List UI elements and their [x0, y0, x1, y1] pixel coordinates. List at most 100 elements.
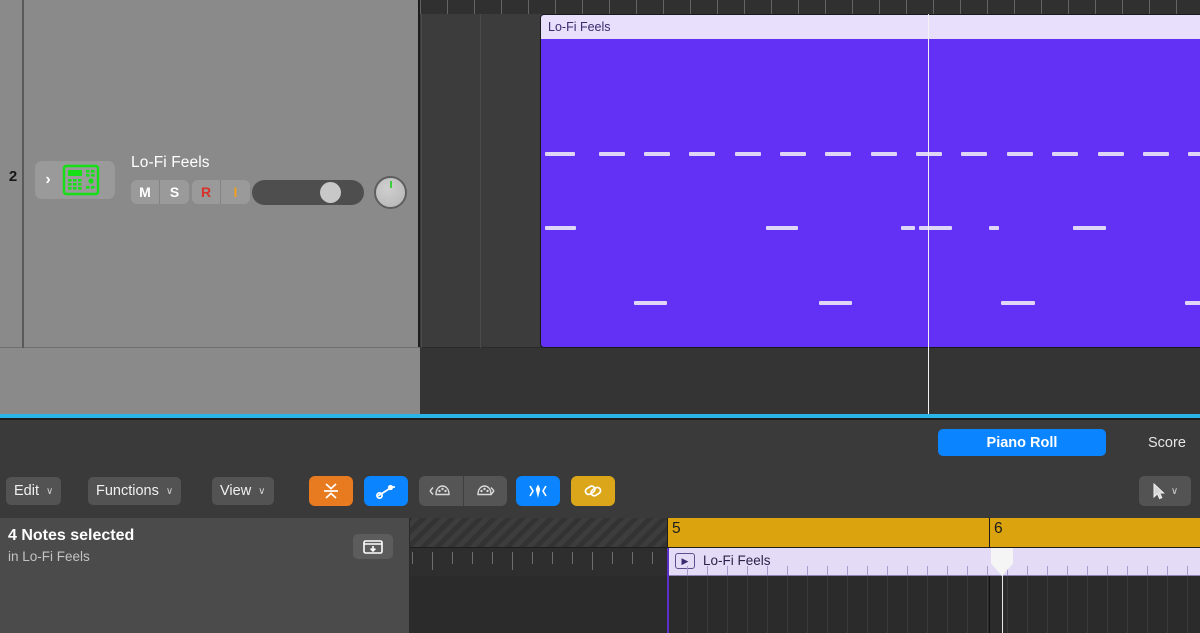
ruler-tick: [1095, 0, 1096, 14]
region-strip-tick: [947, 566, 948, 575]
quantize-button[interactable]: [309, 476, 353, 506]
menu-edit[interactable]: Edit ∨: [6, 477, 62, 505]
ruler-tick: [501, 0, 502, 14]
ruler-tick: [528, 0, 529, 14]
split-notes-button[interactable]: [516, 476, 560, 506]
region-strip-tick: [967, 566, 968, 575]
arrange-ruler[interactable]: [420, 0, 1200, 14]
grid-line: [1027, 576, 1028, 633]
arrange-playhead[interactable]: [928, 14, 929, 418]
menu-edit-label: Edit: [14, 483, 39, 499]
input-monitor-button[interactable]: I: [221, 180, 250, 204]
note-grid[interactable]: [410, 576, 1200, 633]
region-strip[interactable]: ▶ Lo-Fi Feels: [667, 548, 1200, 576]
track-header-empty-area: [0, 348, 420, 418]
chevron-right-icon[interactable]: ›: [35, 161, 61, 199]
piano-roll-grid-area[interactable]: 5 6 ▶ Lo-Fi Feels: [410, 518, 1200, 633]
ruler-tick: [987, 0, 988, 14]
region-strip-tick: [767, 566, 768, 575]
velocity-button[interactable]: [364, 476, 408, 506]
ruler-subtick: [412, 552, 413, 564]
ruler-tick: [798, 0, 799, 14]
mute-button[interactable]: M: [131, 180, 160, 204]
ruler-subtick: [552, 552, 553, 564]
grid-line: [687, 576, 688, 633]
track-header-column: 2 › Lo-Fi Feels M S R I: [0, 0, 420, 418]
ruler-tick: [474, 0, 475, 14]
pan-knob[interactable]: [374, 176, 407, 209]
midi-note: [545, 152, 575, 156]
tab-piano-roll[interactable]: Piano Roll: [938, 429, 1106, 456]
grid-line: [1047, 576, 1048, 633]
grid-line: [887, 576, 888, 633]
solo-button[interactable]: S: [160, 180, 189, 204]
chevron-down-icon: ∨: [46, 485, 54, 497]
region-strip-tick: [807, 566, 808, 575]
ruler-tick: [906, 0, 907, 14]
menu-functions-label: Functions: [96, 483, 159, 499]
ruler-tick: [663, 0, 664, 14]
region-strip-tick: [927, 566, 928, 575]
track-name[interactable]: Lo-Fi Feels: [131, 154, 210, 172]
editor-tabs: Piano Roll Score: [0, 420, 1200, 468]
region-strip-tick: [1127, 566, 1128, 575]
grid-line: [1107, 576, 1108, 633]
track-instrument-button[interactable]: ›: [35, 161, 115, 199]
ruler-subtick: [612, 552, 613, 564]
region-strip-tick: [907, 566, 908, 575]
region-strip-tick: [1187, 566, 1188, 575]
track-lane[interactable]: Lo-Fi Feels: [420, 14, 1200, 348]
region-play-icon[interactable]: ▶: [675, 553, 695, 569]
midi-note: [545, 226, 576, 230]
ruler-subtick: [492, 552, 493, 564]
midi-note: [961, 152, 987, 156]
arrange-empty-area[interactable]: [420, 348, 1200, 418]
track-row[interactable]: 2 › Lo-Fi Feels M S R I: [0, 0, 420, 348]
menu-view[interactable]: View ∨: [212, 477, 274, 505]
ruler-subtick: [532, 552, 533, 564]
ruler-tick: [825, 0, 826, 14]
region-left-border: [667, 548, 669, 633]
grid-line: [1147, 576, 1148, 633]
cycle-range[interactable]: [667, 518, 1200, 548]
link-chain-icon: [584, 485, 602, 497]
collapse-vertical-icon: [324, 483, 338, 499]
ruler-subtick: [452, 552, 453, 564]
midi-note: [871, 152, 897, 156]
tool-picker[interactable]: ∨: [1139, 476, 1191, 506]
note-group-next-button[interactable]: [463, 476, 507, 506]
ruler-tick: [744, 0, 745, 14]
mute-solo-group: M S: [131, 180, 189, 204]
note-group-prev-button[interactable]: [419, 476, 463, 506]
chevron-down-icon: ∨: [1170, 485, 1179, 497]
volume-slider-thumb[interactable]: [320, 182, 341, 203]
record-enable-button[interactable]: R: [192, 180, 221, 204]
ruler-subtick: [652, 552, 653, 564]
volume-slider[interactable]: [252, 180, 364, 205]
grid-line: [1087, 576, 1088, 633]
note-group-right-icon: [476, 485, 495, 496]
ruler-tick: [1068, 0, 1069, 14]
ruler-subdivision-row: [410, 548, 713, 576]
selection-region-label: in Lo-Fi Feels: [8, 549, 90, 564]
grid-line: [1007, 576, 1008, 633]
menu-functions[interactable]: Functions ∨: [88, 477, 182, 505]
midi-region[interactable]: Lo-Fi Feels: [540, 14, 1200, 348]
region-strip-label: Lo-Fi Feels: [703, 553, 771, 568]
ruler-tick: [852, 0, 853, 14]
grid-line: [747, 576, 748, 633]
grid-line: [827, 576, 828, 633]
ruler-tick: [420, 0, 421, 14]
link-button[interactable]: [571, 476, 615, 506]
arrange-canvas[interactable]: Lo-Fi Feels: [420, 14, 1200, 418]
grid-line: [807, 576, 808, 633]
tab-score[interactable]: Score: [1148, 429, 1200, 456]
region-strip-tick: [747, 566, 748, 575]
grid-line: [1067, 576, 1068, 633]
ruler-tick: [879, 0, 880, 14]
grid-line: [947, 576, 948, 633]
collapse-panel-button[interactable]: [353, 534, 393, 559]
piano-roll-ruler[interactable]: 5 6: [410, 518, 1200, 548]
grid-line: [847, 576, 848, 633]
bar-number: 5: [672, 520, 681, 537]
